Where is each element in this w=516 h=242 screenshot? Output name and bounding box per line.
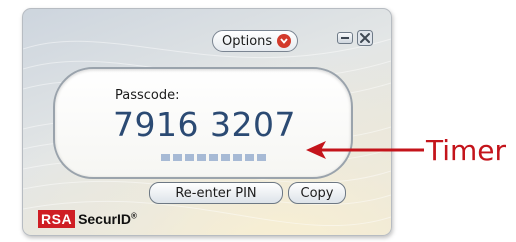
- arrow-icon: [306, 141, 424, 159]
- chevron-down-icon: [277, 34, 292, 48]
- passcode-display: Passcode: 7916 3207: [53, 67, 353, 179]
- close-icon[interactable]: [357, 30, 373, 46]
- timer-tick: [173, 154, 182, 161]
- securid-wordmark: SecurID®: [78, 211, 137, 227]
- rsa-securid-logo: RSA SecurID®: [38, 209, 137, 229]
- timer-tick: [161, 154, 170, 161]
- timer-tick: [197, 154, 206, 161]
- timer-tick: [221, 154, 230, 161]
- copy-button[interactable]: Copy: [288, 182, 346, 204]
- timer-bar: [161, 154, 266, 161]
- securid-text: SecurID: [78, 211, 131, 227]
- passcode-value: 7916 3207: [113, 105, 296, 144]
- timer-tick: [245, 154, 254, 161]
- minimize-icon[interactable]: [337, 32, 353, 44]
- timer-tick: [209, 154, 218, 161]
- timer-tick: [257, 154, 266, 161]
- registered-mark: ®: [130, 211, 137, 221]
- options-label: Options: [222, 33, 273, 49]
- options-button[interactable]: Options: [212, 30, 299, 52]
- securid-window: Options Passcode: 7916 3207 Re-enter PIN…: [22, 8, 392, 236]
- rsa-logo: RSA: [38, 210, 76, 228]
- timer-tick: [185, 154, 194, 161]
- timer-annotation-label: Timer: [426, 134, 507, 167]
- reenter-pin-button[interactable]: Re-enter PIN: [149, 182, 283, 204]
- timer-tick: [233, 154, 242, 161]
- passcode-label: Passcode:: [115, 88, 180, 103]
